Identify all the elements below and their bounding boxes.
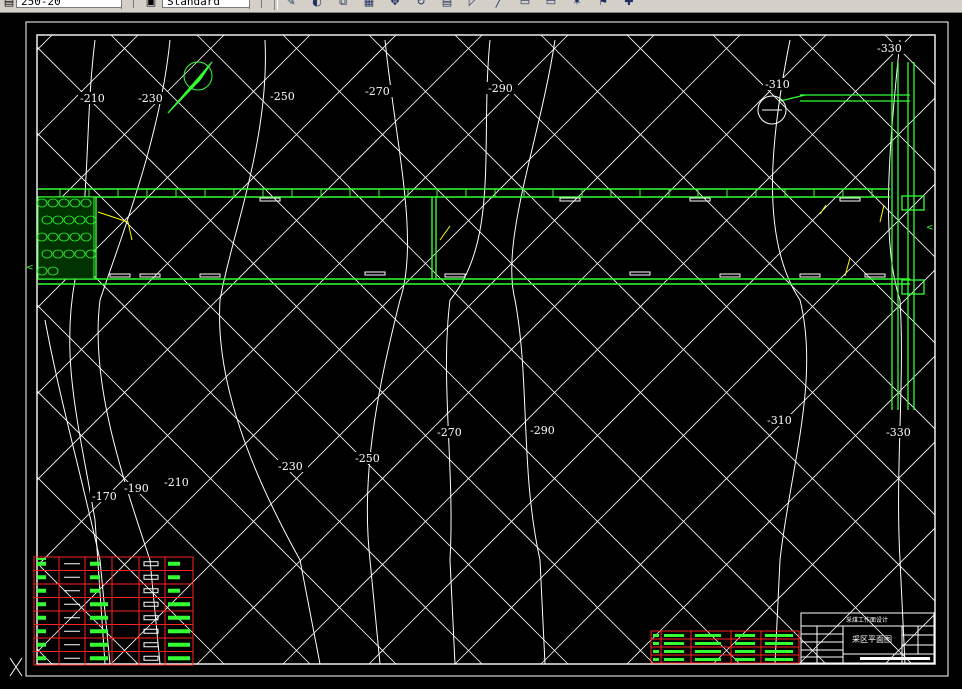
tool-icon[interactable]: ✚	[622, 0, 636, 9]
shaft-marker-icon	[757, 95, 787, 125]
contour-labels: -210 -230 -250 -270 -290 -310 -330 -170 -190 -210…	[78, 42, 916, 503]
ucs-icon	[9, 657, 23, 677]
shaft-system	[779, 62, 925, 410]
eraser-icon[interactable]: ◐	[310, 0, 324, 9]
box2-icon[interactable]: ▭	[544, 0, 558, 9]
goaf-area	[36, 196, 97, 280]
contour-label: -250	[270, 90, 295, 103]
contour-label: -310	[767, 414, 792, 427]
rotate-icon[interactable]: ↻	[414, 0, 428, 9]
contour-label: -270	[437, 426, 462, 439]
layer-combo-value: 250-20	[21, 0, 61, 8]
toolbar-separator	[274, 0, 278, 10]
line-icon[interactable]: ╱	[492, 0, 506, 9]
cut-through	[95, 197, 437, 279]
contour-label: -290	[530, 424, 555, 437]
toolbar: ▤ 250-20 ▣ Standard ✎ ◐ ⧉ ▦ ✥ ↻ ▤ ◸ ╱ ▭ ▭ ✶ ⚑ ✚	[0, 0, 962, 13]
contour-label: -230	[278, 460, 303, 473]
contour-label: -230	[138, 92, 163, 105]
title-block-title: 采区平面图	[852, 634, 892, 644]
roadway-lower	[38, 278, 910, 285]
north-arrow-icon	[167, 61, 213, 114]
contour-label: -330	[877, 42, 902, 55]
style-combo-value: Standard	[167, 0, 220, 8]
equipment-table	[650, 630, 800, 664]
roadway-ticks	[59, 189, 873, 197]
contour-label: -290	[488, 82, 513, 95]
contour-label: -170	[92, 490, 117, 503]
contour-label: -210	[164, 476, 189, 489]
contour-label: -270	[365, 85, 390, 98]
chevron-down-icon[interactable]	[249, 0, 261, 9]
contour-label: -310	[765, 78, 790, 91]
contour-label: -190	[124, 482, 149, 495]
style-combo[interactable]: Standard	[162, 0, 262, 9]
equipment-symbols	[109, 197, 886, 278]
table-icon[interactable]: ▤	[440, 0, 454, 9]
layer-combo[interactable]: 250-20	[16, 0, 134, 9]
legend-table	[33, 556, 194, 666]
contour-label: -250	[355, 452, 380, 465]
style-icon[interactable]: ▣	[144, 0, 158, 9]
title-block-bar	[860, 657, 930, 660]
contour-label: -330	[886, 426, 911, 439]
move-icon[interactable]: ✥	[388, 0, 402, 9]
right-edge-mark: <	[926, 223, 934, 233]
title-block-header: 采煤工作面设计	[846, 616, 888, 624]
box-icon[interactable]: ▭	[518, 0, 532, 9]
drawing-canvas[interactable]: -210 -230 -250 -270 -290 -310 -330 -170 -190 -210…	[0, 13, 962, 689]
roadway-upper	[38, 188, 890, 198]
left-edge-mark: <	[26, 263, 34, 273]
coordinate-grid	[37, 35, 935, 664]
layer-icon[interactable]: ▤	[2, 0, 16, 9]
grid-icon[interactable]: ▦	[362, 0, 376, 9]
pencil-icon[interactable]: ✎	[284, 0, 298, 9]
star-icon[interactable]: ✶	[570, 0, 584, 9]
ruler-icon[interactable]: ◸	[466, 0, 480, 9]
contour-label: -210	[80, 92, 105, 105]
flag-icon[interactable]: ⚑	[596, 0, 610, 9]
copy-icon[interactable]: ⧉	[336, 0, 350, 9]
chevron-down-icon[interactable]	[121, 0, 133, 9]
